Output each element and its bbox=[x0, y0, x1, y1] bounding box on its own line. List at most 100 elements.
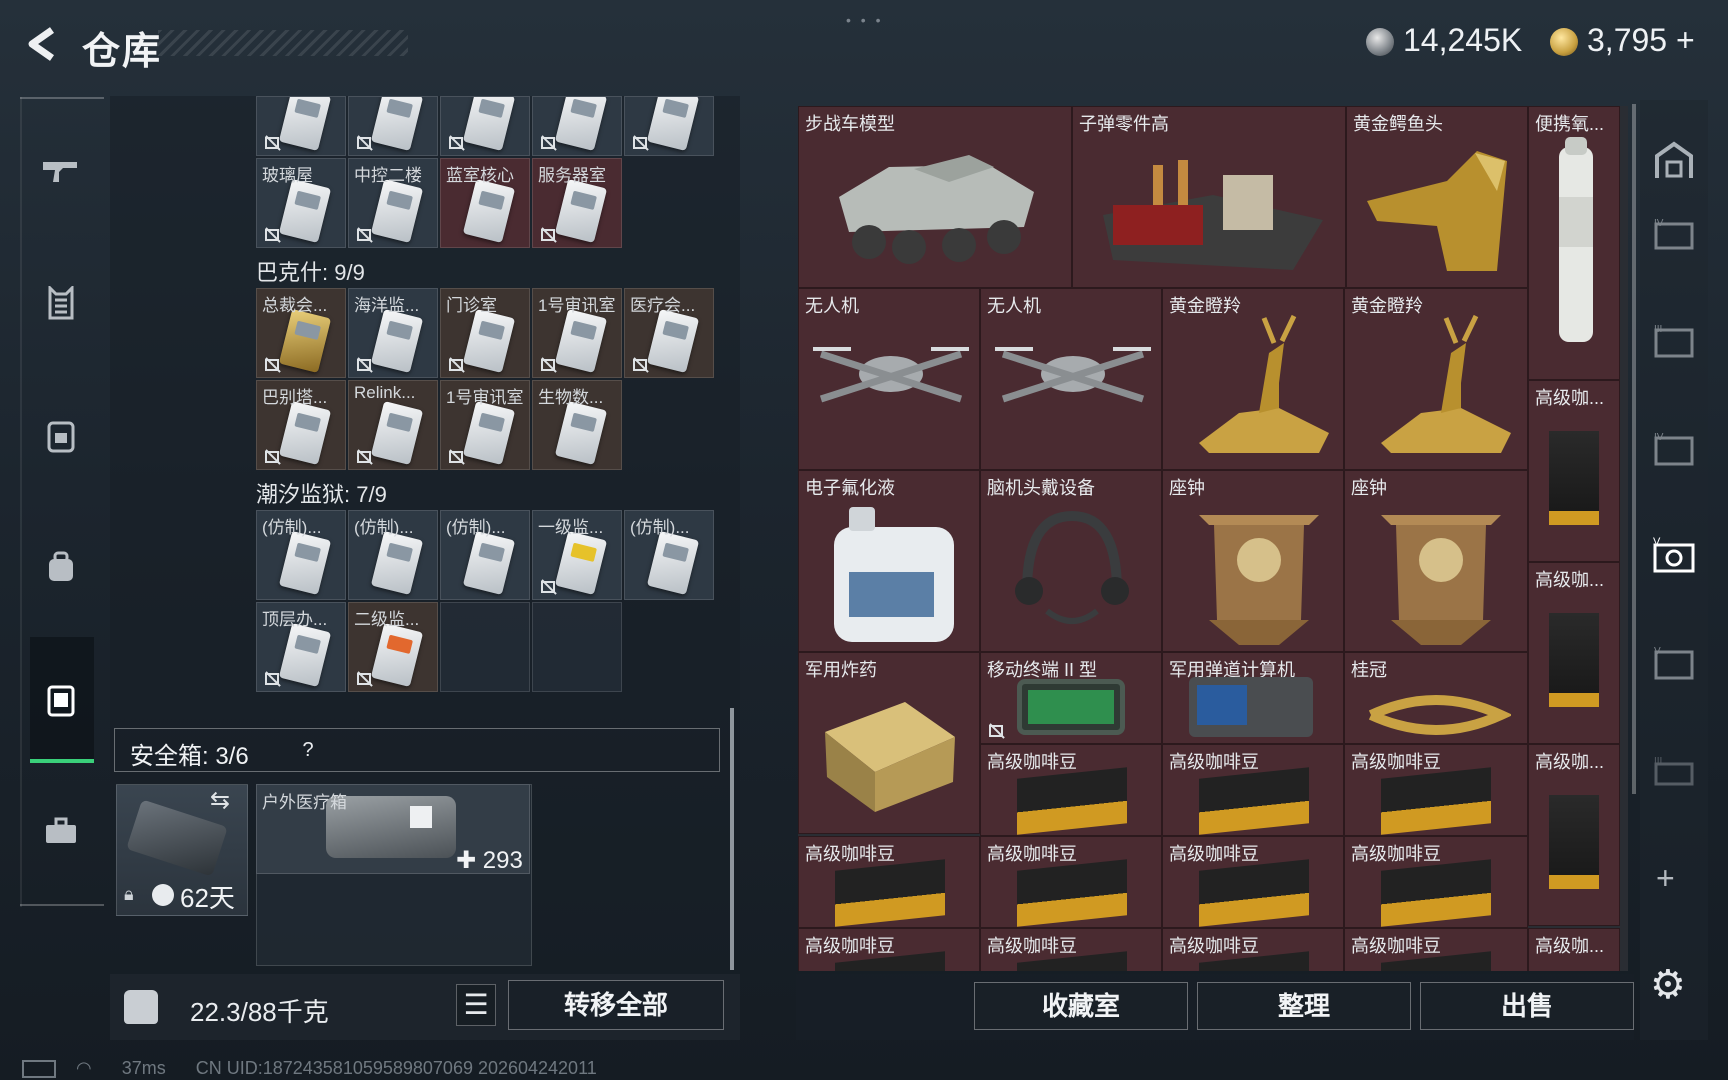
collection-room-button[interactable]: 收藏室 bbox=[974, 982, 1188, 1030]
storage-tier-icon-active[interactable]: V bbox=[1646, 530, 1702, 580]
add-storage-icon[interactable]: + bbox=[1656, 860, 1675, 897]
storage-tier-icon[interactable]: III bbox=[1646, 316, 1702, 366]
storage-item[interactable]: 步战车模型 bbox=[798, 106, 1072, 288]
container-icon[interactable] bbox=[38, 676, 84, 722]
add-currency-button[interactable]: + bbox=[1676, 22, 1695, 58]
keycard-slot[interactable]: 门诊室 bbox=[440, 288, 530, 378]
keycard-slot[interactable]: 巴别塔... bbox=[256, 380, 346, 470]
storage-item[interactable]: 便携氧... bbox=[1528, 106, 1620, 380]
keycard-slot[interactable]: 1号审讯室 bbox=[440, 380, 530, 470]
keycard-slot[interactable]: 总裁会... bbox=[256, 288, 346, 378]
sell-button[interactable]: 出售 bbox=[1420, 982, 1634, 1030]
storage-item[interactable]: 电子氟化液 bbox=[798, 470, 980, 652]
keycard-slot[interactable]: 生物数... bbox=[532, 380, 622, 470]
explosives-crate-icon bbox=[825, 702, 955, 812]
storage-item[interactable]: 无人机 bbox=[980, 288, 1162, 470]
storage-item[interactable]: 高级咖啡豆 bbox=[980, 836, 1162, 928]
storage-item[interactable]: 高级咖... bbox=[1528, 928, 1620, 971]
keycard-slot[interactable]: 顶层办... bbox=[256, 602, 346, 692]
storage-item[interactable]: 高级咖... bbox=[1528, 380, 1620, 562]
keycard-slot[interactable] bbox=[440, 96, 530, 156]
storage-item[interactable]: 高级咖啡豆 bbox=[980, 928, 1162, 971]
keycard-slot[interactable]: 服务器室 bbox=[532, 158, 622, 248]
coffee-bag-icon bbox=[1549, 431, 1599, 525]
storage-item[interactable]: 高级咖啡豆 bbox=[798, 928, 980, 971]
backpack-icon[interactable] bbox=[38, 412, 84, 458]
keycard-slot[interactable] bbox=[256, 96, 346, 156]
storage-tier-icon[interactable]: III bbox=[1646, 746, 1702, 796]
item-name: 高级咖啡豆 bbox=[805, 936, 895, 956]
keycard-slot[interactable]: 蓝室核心 bbox=[440, 158, 530, 248]
locked-icon bbox=[987, 723, 1005, 739]
storage-scrollbar[interactable] bbox=[1632, 104, 1636, 794]
settings-gear-icon[interactable]: ⚙ bbox=[1650, 962, 1686, 1008]
storage-item[interactable]: 子弹零件高 bbox=[1072, 106, 1346, 288]
storage-item[interactable]: 高级咖... bbox=[1528, 744, 1620, 926]
keycard-slot[interactable]: 医疗会... bbox=[624, 288, 714, 378]
organize-button[interactable]: 整理 bbox=[1197, 982, 1411, 1030]
coffee-bag-icon bbox=[1549, 795, 1599, 889]
armor-icon[interactable] bbox=[38, 280, 84, 326]
storage-tier-icon[interactable]: IV bbox=[1646, 208, 1702, 258]
keycard-slot[interactable]: 玻璃屋 bbox=[256, 158, 346, 248]
storage-item[interactable]: 军用弹道计算机 bbox=[1162, 652, 1344, 744]
keycard-slot[interactable] bbox=[532, 96, 622, 156]
list-view-button[interactable]: ☰ bbox=[456, 984, 496, 1026]
keycard-slot[interactable]: 一级监... bbox=[532, 510, 622, 600]
storage-tier-icon[interactable]: IV bbox=[1646, 424, 1702, 474]
keycard-slot[interactable]: (仿制)... bbox=[256, 510, 346, 600]
storage-item[interactable]: 黄金鳄鱼头 bbox=[1346, 106, 1528, 288]
left-scrollbar[interactable] bbox=[730, 708, 734, 970]
storage-item[interactable]: 高级咖啡豆 bbox=[1162, 836, 1344, 928]
storage-item[interactable]: 高级咖啡豆 bbox=[980, 744, 1162, 836]
storage-item[interactable]: 座钟 bbox=[1162, 470, 1344, 652]
storage-item[interactable]: 桂冠 bbox=[1344, 652, 1528, 744]
keycard-icon bbox=[370, 530, 424, 596]
bag-icon[interactable] bbox=[38, 544, 84, 590]
keycard-slot[interactable] bbox=[348, 96, 438, 156]
keycard-slot[interactable]: 二级监... bbox=[348, 602, 438, 692]
storage-item[interactable]: 无人机 bbox=[798, 288, 980, 470]
storage-home-icon[interactable] bbox=[1646, 136, 1702, 186]
transfer-all-button[interactable]: 转移全部 bbox=[508, 980, 724, 1030]
keycard-slot[interactable]: (仿制)... bbox=[440, 510, 530, 600]
keycard-name: 1号审讯室 bbox=[538, 296, 616, 315]
storage-item[interactable]: 黄金瞪羚 bbox=[1162, 288, 1344, 470]
keycard-slot[interactable]: 1号审讯室 bbox=[532, 288, 622, 378]
locked-icon bbox=[447, 135, 465, 151]
locked-icon bbox=[631, 357, 649, 373]
storage-item[interactable]: 移动终端 II 型 bbox=[980, 652, 1162, 744]
empty-slot[interactable] bbox=[532, 602, 622, 692]
keycard-slot[interactable]: 海洋监... bbox=[348, 288, 438, 378]
keycard-slot[interactable] bbox=[624, 96, 714, 156]
storage-item[interactable]: 高级咖啡豆 bbox=[1344, 744, 1528, 836]
case-icon[interactable] bbox=[38, 808, 84, 854]
keycard-slot[interactable]: Relink... bbox=[348, 380, 438, 470]
storage-item[interactable]: 高级咖啡豆 bbox=[1162, 928, 1344, 971]
locked-icon bbox=[355, 671, 373, 687]
keycard-slot[interactable]: (仿制)... bbox=[348, 510, 438, 600]
storage-item[interactable]: 军用炸药 bbox=[798, 652, 980, 834]
keycard-slot[interactable]: (仿制)... bbox=[624, 510, 714, 600]
storage-item[interactable]: 高级咖啡豆 bbox=[1162, 744, 1344, 836]
back-arrow-icon[interactable] bbox=[22, 24, 62, 64]
golden-gazelle-icon bbox=[1199, 314, 1329, 453]
battery-icon bbox=[22, 1060, 56, 1079]
storage-item[interactable]: 脑机头戴设备 bbox=[980, 470, 1162, 652]
drag-handle-icon[interactable]: • • • bbox=[846, 12, 883, 28]
gun-icon[interactable] bbox=[38, 148, 84, 194]
empty-slot[interactable] bbox=[440, 602, 530, 692]
gold-coin-icon bbox=[1550, 28, 1578, 56]
storage-tier-icon[interactable]: V bbox=[1646, 638, 1702, 688]
storage-item[interactable]: 座钟 bbox=[1344, 470, 1528, 652]
currency-gold[interactable]: 3,795 + bbox=[1587, 22, 1695, 59]
keycard-slot[interactable]: 中控二楼 bbox=[348, 158, 438, 248]
storage-item[interactable]: 高级咖啡豆 bbox=[798, 836, 980, 928]
swap-icon[interactable]: ⇆ bbox=[210, 786, 230, 815]
storage-item[interactable]: 高级咖啡豆 bbox=[1344, 836, 1528, 928]
storage-item[interactable]: 高级咖啡豆 bbox=[1344, 928, 1528, 971]
svg-text:IV: IV bbox=[1654, 218, 1664, 229]
help-icon[interactable]: ? bbox=[296, 738, 320, 762]
storage-item[interactable]: 黄金瞪羚 bbox=[1344, 288, 1528, 470]
storage-item[interactable]: 高级咖... bbox=[1528, 562, 1620, 744]
